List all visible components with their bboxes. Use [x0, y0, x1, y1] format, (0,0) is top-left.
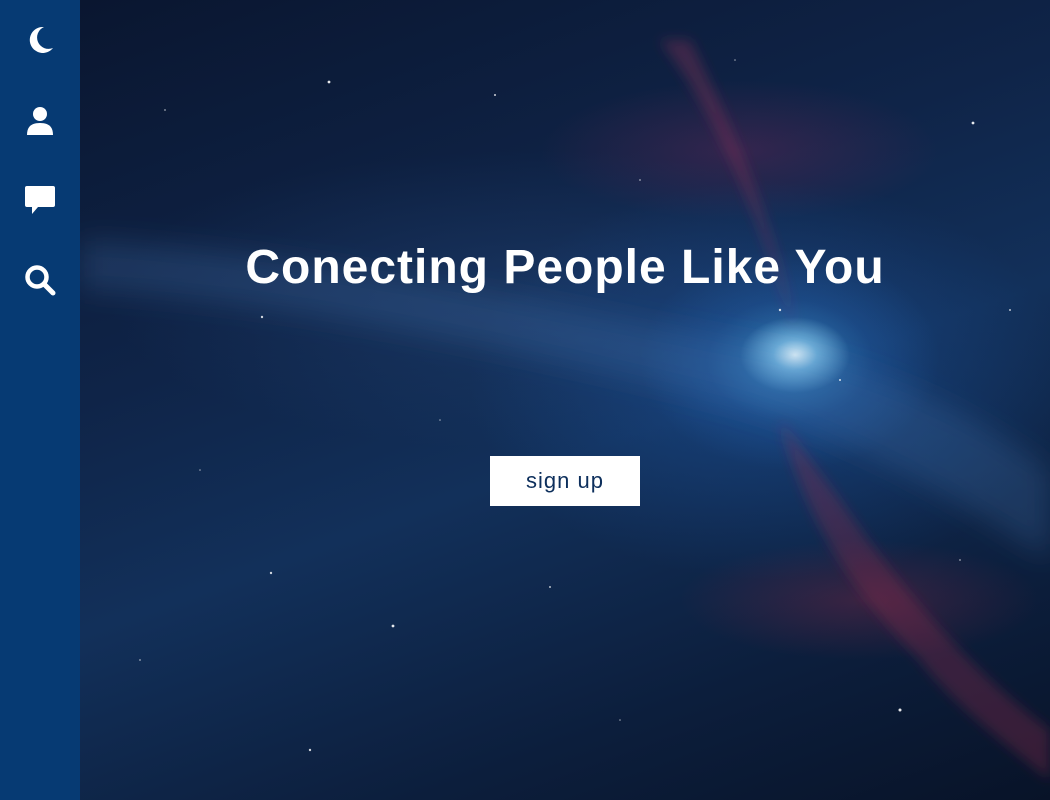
- sidebar-item-messages[interactable]: [20, 180, 60, 220]
- nebula-background: [80, 40, 1050, 780]
- app: Conecting People Like You sign up: [0, 0, 1050, 800]
- sidebar: [0, 0, 80, 800]
- sidebar-item-profile[interactable]: [20, 100, 60, 140]
- search-icon: [25, 265, 56, 296]
- hero-headline: Conecting People Like You: [245, 241, 885, 294]
- moon-icon: [29, 26, 53, 53]
- sidebar-item-search[interactable]: [20, 260, 60, 300]
- sidebar-item-theme[interactable]: [20, 20, 60, 60]
- chat-icon: [25, 186, 55, 214]
- sign-up-button[interactable]: sign up: [490, 456, 640, 506]
- user-icon: [27, 107, 53, 135]
- hero-section: Conecting People Like You sign up: [80, 0, 1050, 800]
